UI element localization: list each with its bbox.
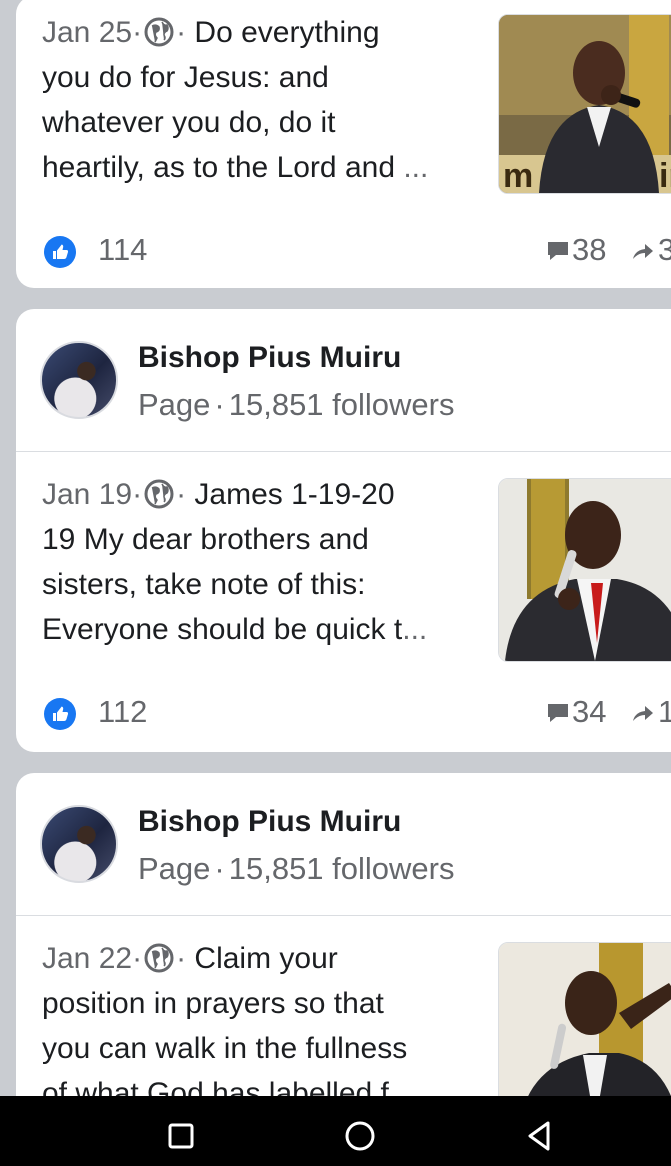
page-header: Bishop Pius Muiru Page · 15,851 followers xyxy=(16,773,671,916)
post-date[interactable]: Jan 19 xyxy=(42,478,132,511)
post-text[interactable]: Jan 22· · Claim your position in prayers … xyxy=(42,936,482,1116)
post-date[interactable]: Jan 22 xyxy=(42,942,132,975)
post-body[interactable]: Jan 19· · James 1-19-20 19 My dear brothe… xyxy=(16,452,671,678)
preacher-photo: m ir xyxy=(499,15,671,193)
share-count[interactable]: 3 xyxy=(658,232,671,268)
comment-icon[interactable] xyxy=(546,702,570,724)
share-icon[interactable] xyxy=(630,702,656,724)
follower-count: 15,851 followers xyxy=(228,851,455,886)
post-card: Bishop Pius Muiru Page · 15,851 followers … xyxy=(16,309,671,752)
post-text-line: you do for Jesus: and xyxy=(42,61,329,94)
post-text-line: 19 My dear brothers and xyxy=(42,523,369,556)
like-count[interactable]: 114 xyxy=(98,232,147,268)
page-meta: Page · 15,851 followers xyxy=(138,851,455,886)
share-icon[interactable] xyxy=(630,240,656,262)
comment-count[interactable]: 38 xyxy=(572,232,606,268)
post-date[interactable]: Jan 25 xyxy=(42,16,132,49)
post-text-line: Do everything xyxy=(194,16,380,49)
globe-icon xyxy=(144,17,174,47)
comment-icon[interactable] xyxy=(546,240,570,262)
post-text-line: position in prayers so that xyxy=(42,987,384,1020)
post-text-line: sisters, take note of this: xyxy=(42,568,366,601)
recent-apps-icon[interactable] xyxy=(161,1116,201,1156)
share-count[interactable]: 1 xyxy=(658,694,671,730)
page-kind: Page xyxy=(138,387,211,422)
see-more-ellipsis[interactable]: ... xyxy=(403,151,428,184)
post-text[interactable]: Jan 19· · James 1-19-20 19 My dear brothe… xyxy=(42,472,482,652)
post-text[interactable]: Jan 25· · Do everything you do for Jesus:… xyxy=(42,10,482,190)
post-text-line: whatever you do, do it xyxy=(42,106,336,139)
globe-icon xyxy=(144,943,174,973)
post-text-line: James 1-19-20 xyxy=(194,478,395,511)
follower-count: 15,851 followers xyxy=(228,387,455,422)
globe-icon xyxy=(144,479,174,509)
page-header: Bishop Pius Muiru Page · 15,851 followers xyxy=(16,309,671,452)
post-actions: 112 34 1 xyxy=(16,678,671,752)
post-text-line: heartily, as to the Lord and xyxy=(42,151,395,184)
avatar[interactable] xyxy=(40,341,118,419)
page-meta: Page · 15,851 followers xyxy=(138,387,455,422)
like-icon[interactable] xyxy=(44,698,76,730)
post-card: Jan 25· · Do everything you do for Jesus:… xyxy=(16,0,671,288)
comment-count[interactable]: 34 xyxy=(572,694,606,730)
post-actions: 114 38 3 xyxy=(16,224,671,288)
page-kind: Page xyxy=(138,851,211,886)
post-text-line: you can walk in the fullness xyxy=(42,1032,408,1065)
preacher-photo xyxy=(499,479,671,661)
post-body[interactable]: Jan 25· · Do everything you do for Jesus:… xyxy=(16,0,671,224)
back-icon[interactable] xyxy=(520,1116,560,1156)
like-icon[interactable] xyxy=(44,236,76,268)
post-text-line: Claim your xyxy=(194,942,338,975)
avatar[interactable] xyxy=(40,805,118,883)
post-thumbnail[interactable]: m ir xyxy=(498,14,671,194)
system-nav-bar xyxy=(0,1096,671,1166)
post-thumbnail[interactable] xyxy=(498,478,671,662)
see-more-ellipsis[interactable]: ... xyxy=(402,613,427,646)
home-icon[interactable] xyxy=(340,1116,380,1156)
post-text-line: Everyone should be quick t xyxy=(42,613,403,646)
svg-text:m: m xyxy=(503,157,533,193)
post-card: Bishop Pius Muiru Page · 15,851 followers … xyxy=(16,773,671,1133)
page-name[interactable]: Bishop Pius Muiru xyxy=(138,805,401,839)
like-count[interactable]: 112 xyxy=(98,694,147,730)
page-name[interactable]: Bishop Pius Muiru xyxy=(138,341,401,375)
svg-text:ir: ir xyxy=(659,157,671,193)
